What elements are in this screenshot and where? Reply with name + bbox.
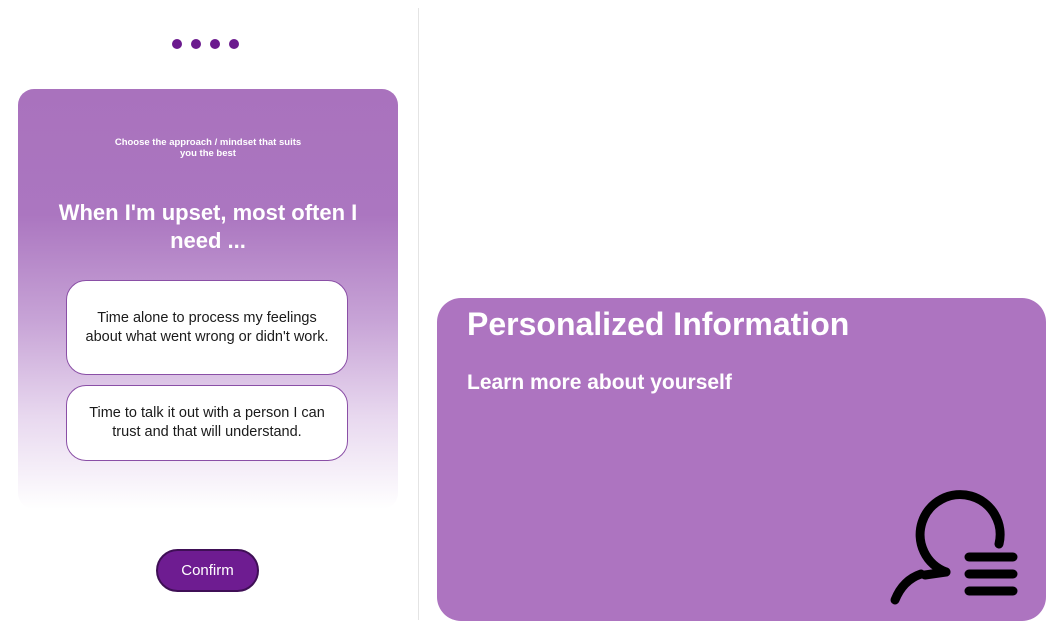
quiz-instruction: Choose the approach / mindset that suits… <box>114 137 302 159</box>
personalized-info-card[interactable]: Personalized Information Learn more abou… <box>437 298 1046 621</box>
progress-dot <box>229 39 239 49</box>
info-card-title: Personalized Information <box>467 306 850 342</box>
option-time-alone[interactable]: Time alone to process my feelings about … <box>66 280 348 375</box>
option-label: Time alone to process my feelings about … <box>85 309 329 345</box>
quiz-card: Choose the approach / mindset that suits… <box>18 89 398 509</box>
option-label: Time to talk it out with a person I can … <box>89 405 325 440</box>
option-talk-it-out[interactable]: Time to talk it out with a person I can … <box>66 385 348 461</box>
progress-dots <box>172 39 239 49</box>
progress-dot <box>191 39 201 49</box>
quiz-question: When I'm upset, most often I need ... <box>58 200 358 253</box>
progress-dot <box>172 39 182 49</box>
panel-divider <box>418 8 419 620</box>
info-card-subtitle: Learn more about yourself <box>467 371 732 394</box>
person-info-icon <box>890 490 1018 605</box>
confirm-button[interactable]: Confirm <box>156 549 259 592</box>
progress-dot <box>210 39 220 49</box>
